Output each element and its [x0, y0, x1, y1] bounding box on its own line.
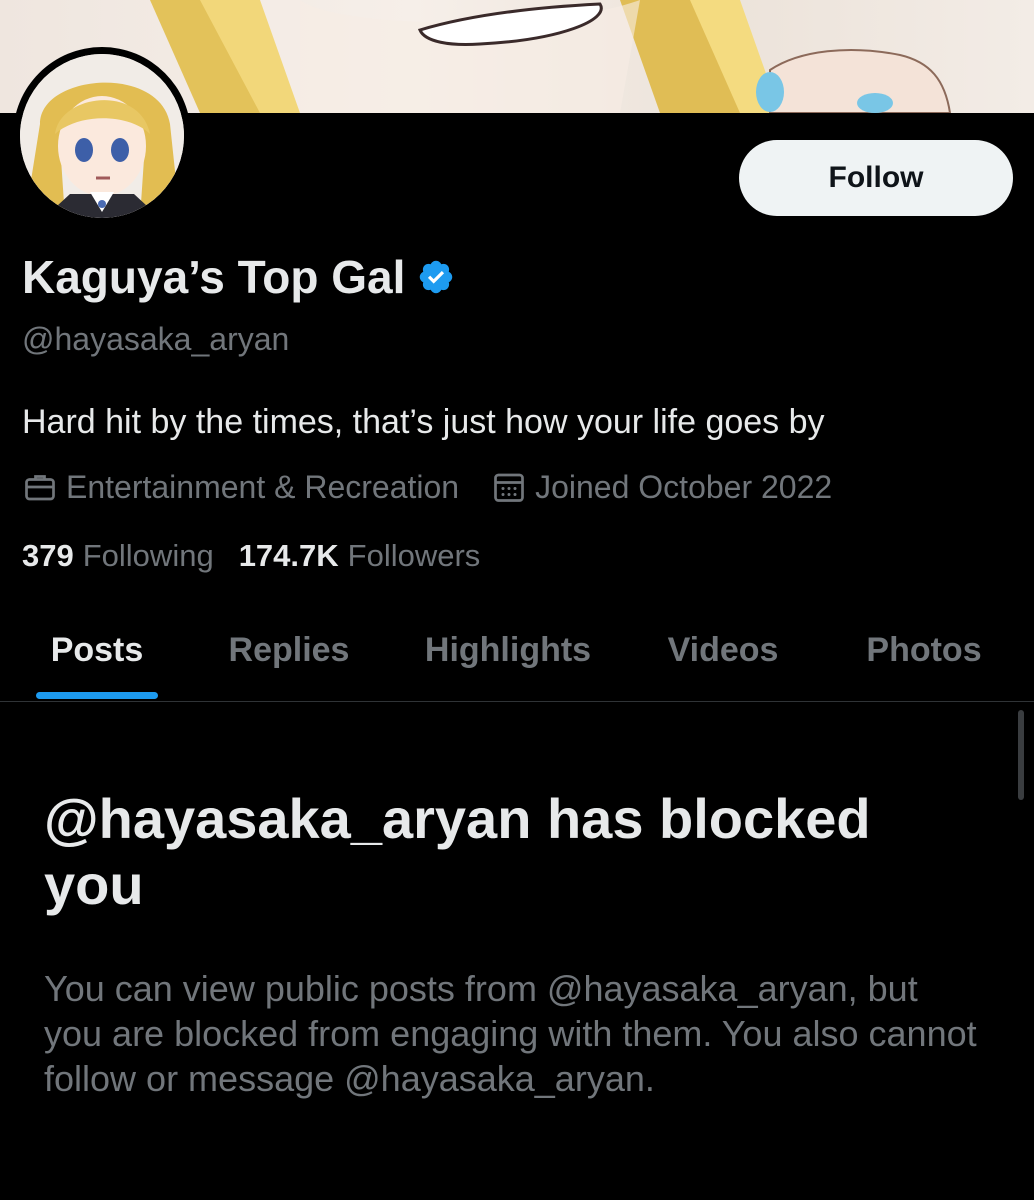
- calendar-icon: [494, 473, 524, 502]
- blocked-title: @hayasaka_aryan has blocked you: [44, 787, 871, 916]
- briefcase-icon: [25, 475, 55, 501]
- followers-label: Followers: [347, 538, 481, 573]
- joined-text: Joined October 2022: [535, 468, 833, 505]
- following-count: 379: [22, 538, 74, 573]
- profile-stats: 379 Following 174.7K Followers: [22, 538, 480, 574]
- following-link[interactable]: 379 Following: [22, 538, 214, 574]
- follow-button[interactable]: Follow: [739, 140, 1013, 216]
- verified-badge-icon[interactable]: [417, 258, 455, 296]
- following-label: Following: [82, 538, 214, 573]
- tab-replies[interactable]: Replies: [210, 600, 368, 701]
- scrollbar[interactable]: [1018, 710, 1024, 800]
- followers-count: 174.7K: [238, 538, 339, 573]
- profile-avatar[interactable]: [13, 47, 191, 225]
- active-tab-indicator: [36, 692, 158, 699]
- category-text: Entertainment & Recreation: [66, 468, 460, 505]
- tab-posts[interactable]: Posts: [30, 600, 164, 701]
- avatar-image: [20, 54, 184, 218]
- profile-display-name: Kaguya’s Top Gal: [22, 250, 455, 304]
- tab-photos[interactable]: Photos: [848, 600, 1000, 701]
- profile-handle: @hayasaka_aryan: [22, 321, 290, 357]
- profile-category: Entertainment & Recreation: [22, 469, 459, 506]
- followers-link[interactable]: 174.7K Followers: [239, 538, 481, 574]
- tab-videos[interactable]: Videos: [648, 600, 798, 701]
- tab-highlights[interactable]: Highlights: [404, 600, 612, 701]
- profile-joined: Joined October 2022: [491, 469, 832, 506]
- profile-bio: Hard hit by the times, that’s just how y…: [22, 403, 825, 441]
- blocked-description: You can view public posts from @hayasaka…: [44, 968, 977, 1099]
- profile-tabs: Posts Replies Highlights Videos Photos: [0, 600, 1034, 702]
- display-name-text: Kaguya’s Top Gal: [22, 251, 406, 303]
- profile-meta: Entertainment & Recreation Joined Octobe…: [22, 467, 832, 507]
